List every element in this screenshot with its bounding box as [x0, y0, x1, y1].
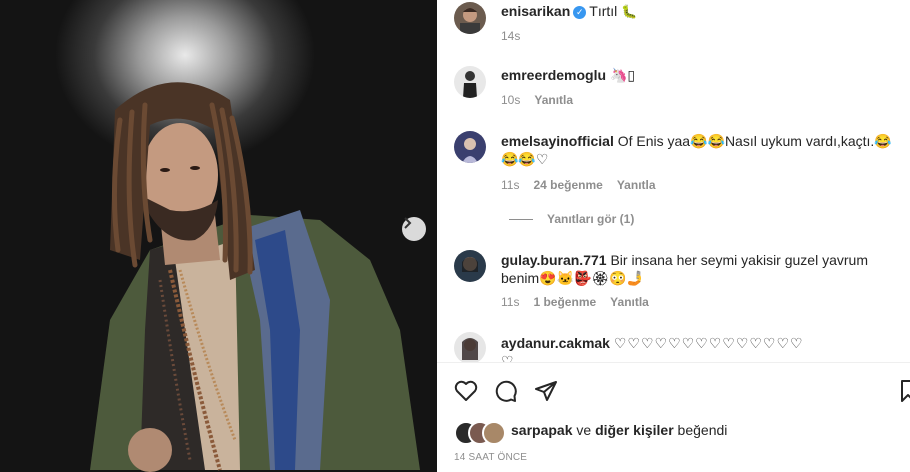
comment-username[interactable]: emreerdemoglu — [501, 67, 606, 83]
comment-icon[interactable] — [494, 379, 518, 403]
view-replies-label[interactable]: Yanıtları gör (1) — [547, 212, 634, 226]
comment-age: 11s — [501, 295, 520, 309]
likes-connector: ve — [576, 422, 592, 438]
comment-line: emreerdemoglu 🦄▯ — [501, 66, 635, 84]
caption-meta: 14s — [501, 29, 534, 43]
comment-meta: 10s Yanıtla — [501, 93, 587, 107]
post-photo[interactable] — [0, 0, 437, 472]
comment-meta: 11s 24 beğenme Yanıtla — [501, 178, 670, 192]
likes-summary: sarpapak ve diğer kişiler beğendi — [511, 422, 727, 438]
verified-badge-icon: ✓ — [573, 5, 587, 19]
post-image — [90, 82, 420, 472]
avatar[interactable] — [454, 250, 486, 282]
divider — [437, 362, 910, 363]
comment-text: ♡♡♡♡♡♡♡♡♡♡♡♡♡♡ — [613, 335, 804, 351]
comment-text: 🦄▯ — [609, 67, 636, 83]
comment-age: 11s — [501, 178, 520, 192]
comment-text-continued: ♡ — [501, 353, 514, 362]
view-replies[interactable]: Yanıtları gör (1) — [509, 212, 648, 226]
comment-username[interactable]: aydanur.cakmak — [501, 335, 610, 351]
comment-username[interactable]: gulay.buran.771 — [501, 252, 607, 268]
likes-others-link[interactable]: diğer kişiler — [595, 422, 674, 438]
comment-list[interactable]: enisarikan ✓ Tırtıl 🐛 14s emreerdemoglu 🦄▯… — [437, 0, 910, 362]
caption-line: enisarikan ✓ Tırtıl 🐛 — [501, 2, 637, 21]
post-timestamp[interactable]: 14 SAAT ÖNCE — [454, 452, 527, 463]
commenter-avatar-image — [462, 138, 478, 163]
comment-line: gulay.buran.771 Bir insana her seymi yak… — [501, 251, 901, 287]
replies-line — [509, 219, 533, 221]
comment-text: Of Enis yaa😂😂Nasıl uykum vardı,kaçtı.😂 — [617, 133, 892, 149]
comment-text-continued: benim😍🐱👺🏵😳🤳 — [501, 270, 645, 286]
avatar[interactable] — [454, 332, 486, 362]
liker-avatar — [482, 421, 506, 445]
comment-line: emelsayinofficial Of Enis yaa😂😂Nasıl uyk… — [501, 132, 901, 168]
chevron-right-icon — [404, 217, 412, 229]
bookmark-icon[interactable] — [900, 379, 910, 403]
heart-icon[interactable] — [454, 380, 478, 402]
comment-text-continued: 😂😂♡ — [501, 151, 549, 167]
commenter-avatar-image — [462, 257, 478, 272]
comment-likes[interactable]: 24 beğenme — [533, 178, 602, 192]
share-icon[interactable] — [534, 379, 558, 403]
caption-text: Tırtıl — [589, 3, 618, 19]
comment-meta: 11s 1 beğenme Yanıtla — [501, 295, 663, 309]
next-photo-button[interactable] — [402, 217, 426, 241]
comment-text: Bir insana her seymi yakisir guzel yavru… — [610, 252, 868, 268]
commenter-avatar-image — [462, 338, 478, 360]
caption-emoji: 🐛 — [621, 4, 638, 19]
comment-username[interactable]: emelsayinofficial — [501, 133, 614, 149]
caption-age: 14s — [501, 29, 521, 43]
author-avatar-image — [460, 8, 480, 34]
comment-age: 10s — [501, 93, 521, 107]
comment-panel: enisarikan ✓ Tırtıl 🐛 14s emreerdemoglu 🦄▯… — [437, 0, 910, 472]
reply-button[interactable]: Yanıtla — [534, 93, 573, 107]
comment-line: aydanur.cakmak ♡♡♡♡♡♡♡♡♡♡♡♡♡♡ ♡ — [501, 334, 901, 362]
avatar[interactable] — [454, 66, 486, 98]
liker-username[interactable]: sarpapak — [511, 422, 572, 438]
avatar[interactable] — [454, 131, 486, 163]
caption-username[interactable]: enisarikan — [501, 3, 570, 19]
comment-likes[interactable]: 1 beğenme — [533, 295, 596, 309]
reply-button[interactable]: Yanıtla — [617, 178, 656, 192]
avatar[interactable] — [454, 2, 486, 34]
commenter-avatar-image — [463, 71, 477, 98]
likes-suffix: beğendi — [677, 422, 728, 438]
reply-button[interactable]: Yanıtla — [610, 295, 649, 309]
